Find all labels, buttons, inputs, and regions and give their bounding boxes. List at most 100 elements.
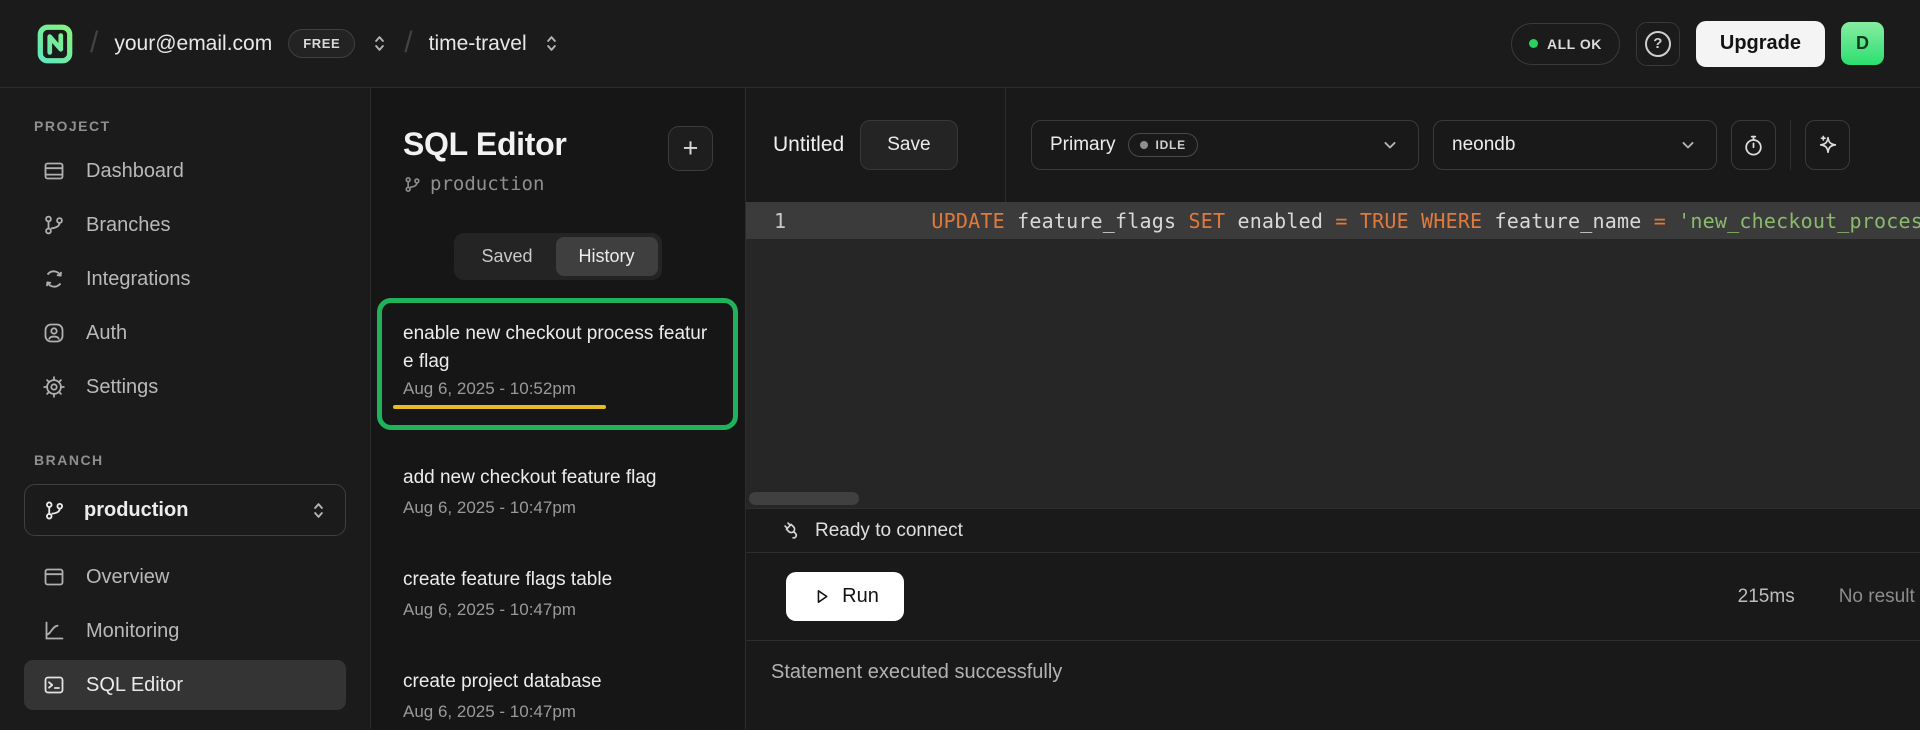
- sidebar-item-overview[interactable]: Overview: [24, 552, 346, 602]
- play-icon: [811, 586, 832, 607]
- breadcrumb-slash-icon: /: [404, 26, 412, 60]
- project-section-label: PROJECT: [34, 118, 346, 134]
- save-button[interactable]: Save: [860, 120, 957, 170]
- plan-badge: FREE: [288, 29, 355, 58]
- history-item-title: add new checkout feature flag: [403, 464, 703, 492]
- history-item-title: enable new checkout process feature flag: [403, 320, 713, 376]
- plug-icon: [781, 519, 804, 542]
- execution-status-message: Statement executed successfully: [771, 661, 1062, 683]
- sidebar-item-integrations[interactable]: Integrations: [24, 254, 346, 304]
- toolbar-divider: [1790, 120, 1791, 170]
- branch-selector-chevron-icon: [310, 500, 327, 521]
- panel-branch: production: [403, 173, 567, 195]
- project-switcher-chevron-icon[interactable]: [543, 33, 560, 54]
- history-item-title: create project database: [403, 668, 703, 696]
- account-switcher-chevron-icon[interactable]: [371, 33, 388, 54]
- top-bar: / your@email.com FREE / time-travel ALL …: [0, 0, 1920, 88]
- sql-code-editor[interactable]: 1 UPDATE feature_flags SET enabled = TRU…: [746, 202, 1920, 508]
- history-item-timestamp: Aug 6, 2025 - 10:52pm: [403, 379, 713, 399]
- breadcrumb-slash-icon: /: [90, 26, 98, 60]
- tab-saved[interactable]: Saved: [458, 237, 555, 276]
- gear-icon: [42, 375, 66, 399]
- sidebar-item-branches[interactable]: Branches: [24, 200, 346, 250]
- git-branch-icon: [42, 213, 66, 237]
- sidebar: PROJECT Dashboard Branches Integrations …: [0, 88, 370, 729]
- sidebar-item-label: Auth: [86, 322, 127, 345]
- sidebar-item-label: Monitoring: [86, 620, 179, 643]
- idle-dot-icon: [1140, 141, 1148, 149]
- run-button[interactable]: Run: [786, 572, 904, 621]
- query-history-button[interactable]: [1731, 120, 1776, 170]
- window-icon: [42, 565, 66, 589]
- upgrade-button[interactable]: Upgrade: [1696, 21, 1825, 67]
- auth-user-badge-icon: [42, 321, 66, 345]
- branch-selector[interactable]: production: [24, 484, 346, 536]
- compute-status-label: IDLE: [1155, 138, 1186, 152]
- sidebar-item-label: Settings: [86, 376, 158, 399]
- stopwatch-icon: [1742, 134, 1765, 157]
- sql-statement: UPDATE feature_flags SET enabled = TRUE …: [809, 185, 1920, 257]
- window-icon: [42, 159, 66, 183]
- connection-status-text: Ready to connect: [815, 520, 963, 542]
- status-pill-label: ALL OK: [1547, 36, 1602, 52]
- avatar[interactable]: D: [1841, 22, 1884, 65]
- chart-curve-icon: [42, 619, 66, 643]
- system-status-pill[interactable]: ALL OK: [1511, 23, 1620, 65]
- integrations-sync-icon: [42, 267, 66, 291]
- branch-section-label: BRANCH: [34, 452, 346, 468]
- code-line-current: 1 UPDATE feature_flags SET enabled = TRU…: [746, 202, 1920, 239]
- sidebar-item-auth[interactable]: Auth: [24, 308, 346, 358]
- sidebar-item-settings[interactable]: Settings: [24, 362, 346, 412]
- query-tab-title: Untitled: [773, 133, 844, 157]
- execution-status-bar: Statement executed successfully: [746, 640, 1920, 729]
- history-item[interactable]: create feature flags table Aug 6, 2025 -…: [403, 566, 713, 620]
- run-bar: Run 215ms No result: [746, 552, 1920, 640]
- compute-status-badge: IDLE: [1128, 133, 1198, 157]
- sidebar-item-label: Integrations: [86, 268, 191, 291]
- database-selector[interactable]: neondb: [1433, 120, 1717, 170]
- help-button[interactable]: ?: [1636, 22, 1680, 66]
- main-layout: PROJECT Dashboard Branches Integrations …: [0, 88, 1920, 729]
- sidebar-item-label: Overview: [86, 566, 169, 589]
- compute-selector[interactable]: Primary IDLE: [1031, 120, 1419, 170]
- status-dot-icon: [1529, 39, 1538, 48]
- history-item-timestamp: Aug 6, 2025 - 10:47pm: [403, 600, 713, 620]
- sidebar-item-label: SQL Editor: [86, 674, 183, 697]
- git-branch-icon: [403, 175, 422, 194]
- result-summary: No result: [1839, 586, 1915, 608]
- breadcrumb-project[interactable]: time-travel: [429, 32, 527, 56]
- sidebar-item-monitoring[interactable]: Monitoring: [24, 606, 346, 656]
- breadcrumb-account[interactable]: your@email.com: [114, 32, 272, 56]
- neon-logo-icon[interactable]: [36, 23, 74, 65]
- sidebar-item-label: Dashboard: [86, 160, 184, 183]
- question-icon: ?: [1645, 31, 1671, 57]
- history-item-title: create feature flags table: [403, 566, 703, 594]
- run-button-label: Run: [842, 585, 879, 608]
- branch-selector-value: production: [84, 499, 188, 522]
- terminal-icon: [42, 673, 66, 697]
- sidebar-item-sql-editor[interactable]: SQL Editor: [24, 660, 346, 710]
- database-selector-value: neondb: [1452, 134, 1515, 156]
- history-item-highlighted[interactable]: enable new checkout process feature flag…: [377, 298, 738, 430]
- ai-assist-button[interactable]: [1805, 120, 1850, 170]
- sidebar-item-dashboard[interactable]: Dashboard: [24, 146, 346, 196]
- sparkles-icon: [1816, 134, 1839, 157]
- timestamp-underline-highlight: [393, 405, 606, 409]
- line-number: 1: [746, 209, 786, 233]
- new-query-button[interactable]: +: [668, 126, 713, 171]
- sidebar-item-label: Branches: [86, 214, 171, 237]
- query-duration: 215ms: [1738, 586, 1795, 608]
- chevron-down-icon: [1380, 135, 1400, 155]
- horizontal-scrollbar-thumb[interactable]: [749, 492, 859, 505]
- panel-title: SQL Editor: [403, 126, 567, 163]
- connection-status-bar: Ready to connect: [746, 508, 1920, 552]
- git-branch-icon: [43, 499, 66, 522]
- history-item-timestamp: Aug 6, 2025 - 10:47pm: [403, 702, 713, 722]
- editor-pane: Untitled Save Primary IDLE: [745, 88, 1920, 729]
- panel-branch-name: production: [430, 173, 544, 195]
- history-item-timestamp: Aug 6, 2025 - 10:47pm: [403, 498, 713, 518]
- history-item[interactable]: add new checkout feature flag Aug 6, 202…: [403, 464, 713, 518]
- tab-history[interactable]: History: [556, 237, 658, 276]
- sql-editor-panel: SQL Editor production + Saved History en…: [370, 88, 745, 729]
- history-item[interactable]: create project database Aug 6, 2025 - 10…: [403, 668, 713, 722]
